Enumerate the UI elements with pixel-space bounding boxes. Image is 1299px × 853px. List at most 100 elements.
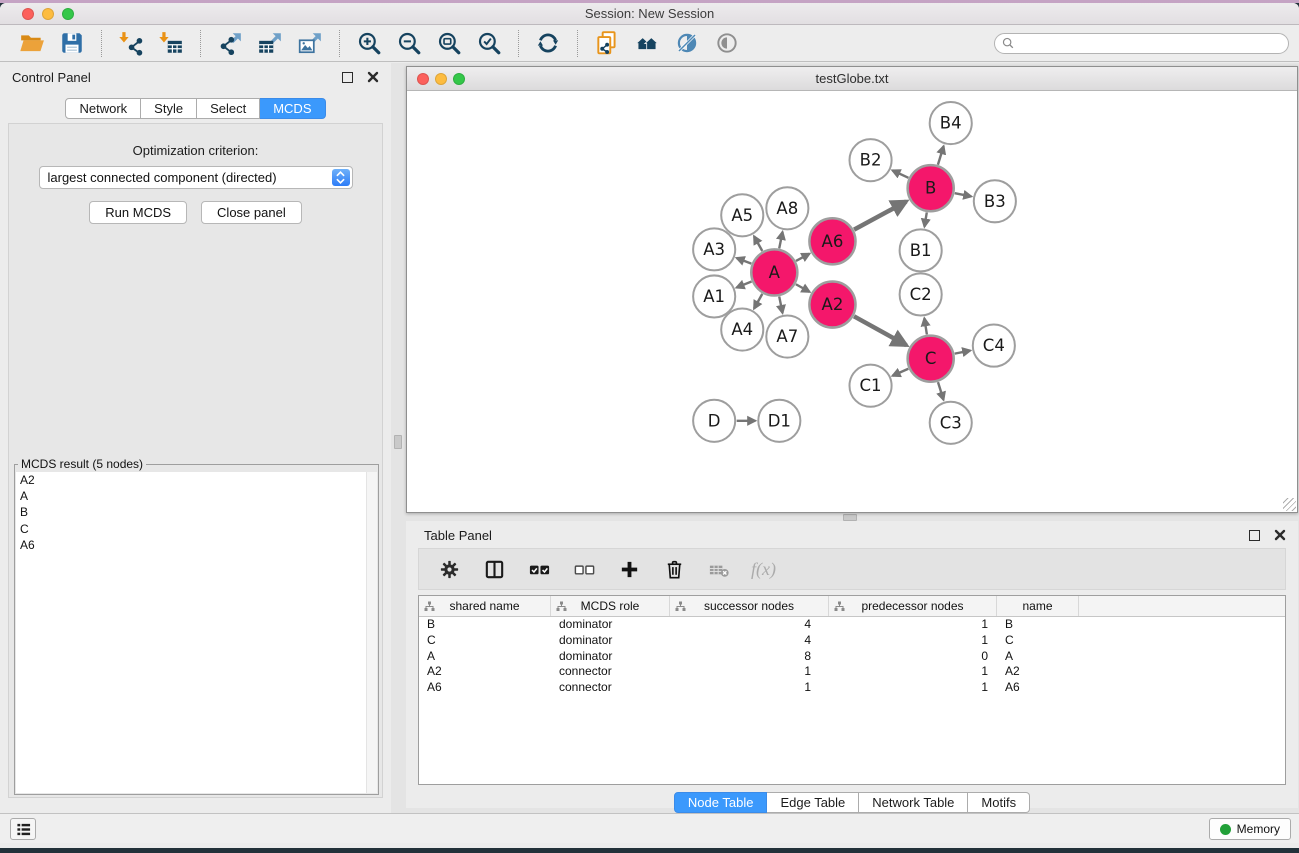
graph-node-D1[interactable]: D1 [758, 400, 800, 442]
graph-edge-A2-C[interactable] [854, 316, 906, 345]
window-resize-grip[interactable] [1283, 498, 1296, 511]
close-panel-button[interactable]: Close panel [201, 201, 302, 224]
graph-node-B[interactable]: B [908, 165, 954, 211]
column-header-successor-nodes[interactable]: successor nodes [670, 596, 829, 616]
tab-network[interactable]: Network [65, 98, 141, 119]
graph-node-C3[interactable]: C3 [930, 402, 972, 444]
show-column-panel-button[interactable] [479, 554, 509, 584]
column-header-mcds-role[interactable]: MCDS role [551, 596, 670, 616]
table-row[interactable]: Adominator80A [419, 649, 1285, 665]
import-network-button[interactable] [111, 27, 151, 59]
table-row[interactable]: Cdominator41C [419, 633, 1285, 649]
graph-edge-A-A6[interactable] [796, 254, 810, 261]
export-image-button[interactable] [290, 27, 330, 59]
graph-node-A[interactable]: A [751, 249, 797, 295]
graph-node-A3[interactable]: A3 [693, 228, 735, 270]
graph-node-A6[interactable]: A6 [809, 218, 855, 264]
float-panel-icon[interactable] [342, 72, 353, 83]
create-new-column-button[interactable] [614, 554, 644, 584]
graph-node-B1[interactable]: B1 [900, 229, 942, 271]
table-options-button[interactable] [434, 554, 464, 584]
graph-edge-A-A4[interactable] [754, 294, 762, 309]
mcds-result-item[interactable]: A6 [16, 537, 377, 553]
vertical-splitter-handle[interactable] [394, 435, 402, 449]
graph-edge-C-C3[interactable] [938, 382, 944, 400]
zoom-selected-button[interactable] [469, 27, 509, 59]
apply-layout-button[interactable] [528, 27, 568, 59]
zoom-out-button[interactable] [389, 27, 429, 59]
mcds-result-item[interactable]: A [16, 488, 377, 504]
graph-node-C4[interactable]: C4 [973, 325, 1015, 367]
save-session-button[interactable] [52, 27, 92, 59]
zoom-in-button[interactable] [349, 27, 389, 59]
graph-node-A2[interactable]: A2 [809, 281, 855, 327]
graph-edge-B-B1[interactable] [924, 212, 926, 226]
graph-node-C[interactable]: C [908, 336, 954, 382]
graph-edge-C-C1[interactable] [892, 369, 908, 376]
tab-network-table[interactable]: Network Table [859, 792, 968, 813]
graph-node-A5[interactable]: A5 [721, 194, 763, 236]
result-list-scrollbar[interactable] [366, 472, 377, 793]
graph-node-C2[interactable]: C2 [900, 273, 942, 315]
graph-node-A7[interactable]: A7 [766, 316, 808, 358]
tab-edge-table[interactable]: Edge Table [767, 792, 859, 813]
graph-edge-C-C2[interactable] [924, 318, 927, 334]
horizontal-splitter-handle[interactable] [843, 514, 857, 521]
graph-node-A8[interactable]: A8 [766, 187, 808, 229]
column-header-shared-name[interactable]: shared name [419, 596, 551, 616]
unselect-all-columns-button[interactable] [569, 554, 599, 584]
graph-edge-C-C4[interactable] [955, 351, 971, 354]
graph-node-B2[interactable]: B2 [849, 139, 891, 181]
mcds-result-item[interactable]: A2 [16, 472, 377, 488]
graph-edge-A-A3[interactable] [737, 258, 752, 264]
mcds-result-item[interactable]: B [16, 504, 377, 520]
maximize-window-button[interactable] [62, 8, 74, 20]
graph-edge-A-A5[interactable] [754, 236, 762, 251]
run-mcds-button[interactable]: Run MCDS [89, 201, 187, 224]
select-all-columns-button[interactable] [524, 554, 554, 584]
show-task-history-button[interactable] [10, 818, 36, 840]
graph-node-A4[interactable]: A4 [721, 309, 763, 351]
zoom-fit-button[interactable] [429, 27, 469, 59]
table-row[interactable]: Bdominator41B [419, 617, 1285, 633]
network-maximize-button[interactable] [453, 73, 465, 85]
graph-edge-B-B3[interactable] [955, 193, 972, 196]
tab-select[interactable]: Select [197, 98, 260, 119]
column-header-name[interactable]: name [997, 596, 1079, 616]
function-builder-button[interactable]: f(x) [751, 559, 776, 580]
mcds-result-item[interactable]: C [16, 521, 377, 537]
tab-node-table[interactable]: Node Table [674, 792, 768, 813]
network-canvas[interactable]: B4B2BB3A5A8A6B1A3AC2A1A2A4A7C4CC1C3DD1 [407, 91, 1297, 512]
open-file-button[interactable] [12, 27, 52, 59]
graph-edge-A-A7[interactable] [779, 296, 782, 313]
graph-edge-A-A2[interactable] [796, 284, 810, 292]
criterion-dropdown[interactable]: largest connected component (directed) [39, 166, 353, 189]
graph-edge-A6-B[interactable] [854, 201, 906, 229]
memory-button[interactable]: Memory [1209, 818, 1291, 840]
import-table-button[interactable] [151, 27, 191, 59]
show-graphics-details-button[interactable] [707, 27, 747, 59]
tab-mcds[interactable]: MCDS [260, 98, 325, 119]
graph-edge-B-B2[interactable] [892, 170, 908, 177]
export-network-button[interactable] [210, 27, 250, 59]
network-close-button[interactable] [417, 73, 429, 85]
column-header-predecessor-nodes[interactable]: predecessor nodes [829, 596, 997, 616]
close-window-button[interactable] [22, 8, 34, 20]
graph-edge-A-A8[interactable] [779, 232, 782, 249]
tab-style[interactable]: Style [141, 98, 197, 119]
graph-node-C1[interactable]: C1 [849, 365, 891, 407]
graph-edge-B-B4[interactable] [938, 146, 944, 165]
minimize-window-button[interactable] [42, 8, 54, 20]
close-table-panel-icon[interactable] [1274, 529, 1286, 541]
graph-node-B3[interactable]: B3 [974, 180, 1016, 222]
export-table-button[interactable] [250, 27, 290, 59]
tab-motifs[interactable]: Motifs [968, 792, 1030, 813]
graph-node-B4[interactable]: B4 [930, 102, 972, 144]
table-row[interactable]: A6connector11A6 [419, 680, 1285, 696]
close-panel-icon[interactable] [367, 71, 379, 83]
home-button[interactable] [627, 27, 667, 59]
delete-columns-button[interactable] [659, 554, 689, 584]
new-network-from-selection-button[interactable] [587, 27, 627, 59]
float-table-panel-icon[interactable] [1249, 530, 1260, 541]
delete-table-button[interactable] [704, 554, 734, 584]
